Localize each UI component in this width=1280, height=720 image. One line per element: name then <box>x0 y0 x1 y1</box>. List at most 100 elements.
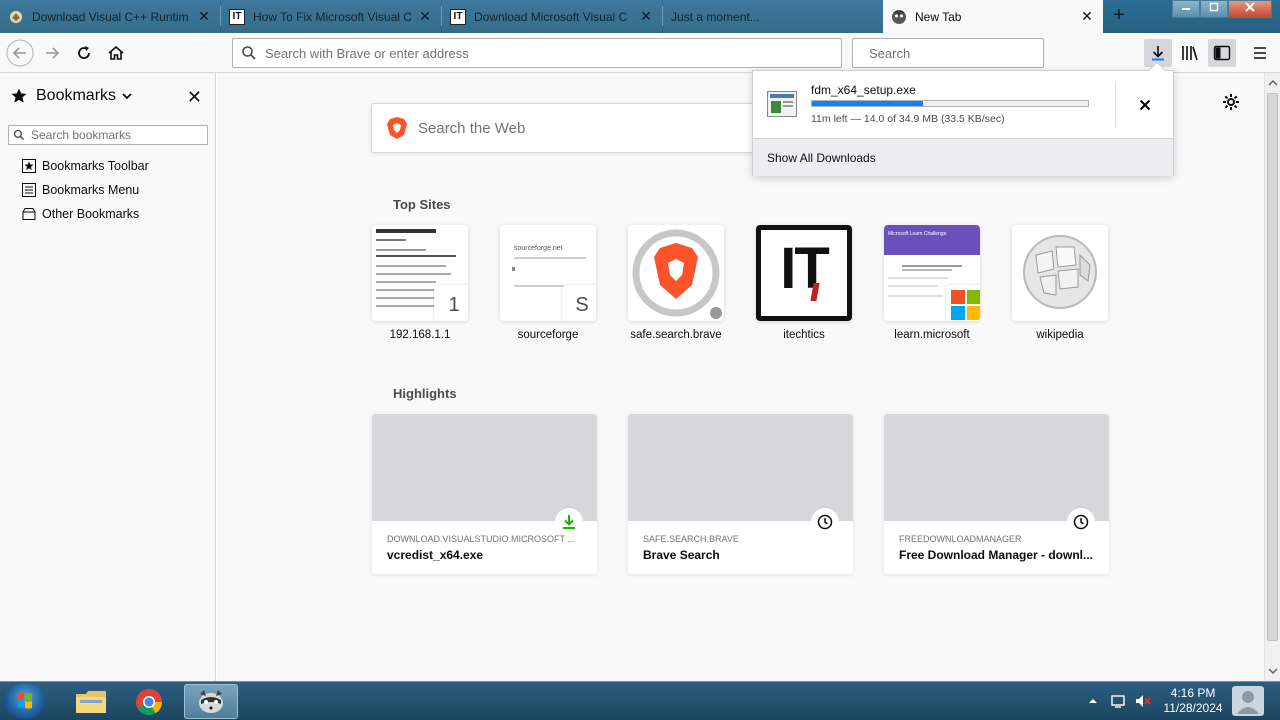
minimize-icon[interactable] <box>1172 0 1200 18</box>
sidebar-item-label: Other Bookmarks <box>42 207 140 221</box>
top-sites-heading: Top Sites <box>393 197 451 212</box>
library-icon <box>1182 46 1198 61</box>
clock-time: 4:16 PM <box>1170 686 1216 700</box>
highlight-image <box>372 414 597 521</box>
url-input[interactable] <box>265 45 841 61</box>
windows-logo-icon <box>18 692 32 709</box>
highlight-title: Free Download Manager - downl... <box>899 548 1094 562</box>
reload-button[interactable] <box>70 39 98 67</box>
download-progress-fill <box>812 101 923 106</box>
tab-title: Download Visual C++ Runtim <box>32 9 189 24</box>
site-thumbnail: sourceforge.net S <box>500 225 596 321</box>
taskbar-fdm[interactable] <box>184 684 238 719</box>
new-tab-plus-icon[interactable]: + <box>1108 4 1130 28</box>
tab-close-icon[interactable]: ✕ <box>1079 8 1095 25</box>
top-site-label: wikipedia <box>1036 329 1084 341</box>
tab-title: Download Microsoft Visual C <box>474 9 628 24</box>
top-site-sourceforge[interactable]: sourceforge.net S sourceforge <box>500 225 596 341</box>
home-button[interactable] <box>102 39 130 67</box>
sidebar-item-bookmarks-toolbar[interactable]: Bookmarks Toolbar <box>22 156 149 176</box>
itechtics-icon: IT <box>450 8 466 25</box>
scroll-down-icon <box>1268 668 1278 675</box>
close-icon <box>1139 99 1150 111</box>
search-bar[interactable] <box>852 38 1045 68</box>
sidebar-item-label: Bookmarks Menu <box>42 183 140 197</box>
downloads-panel: fdm_x64_setup.exe 11m left — 14.0 of 34.… <box>752 61 1174 176</box>
site-thumbnail: 1 <box>372 225 468 321</box>
back-button[interactable] <box>6 39 34 67</box>
thumbnail-text: sourceforge.net <box>514 245 563 252</box>
highlight-card[interactable]: DOWNLOAD.VISUALSTUDIO.MICROSOFT ... vcre… <box>372 414 597 574</box>
taskbar-clock[interactable]: 4:16 PM 11/28/2024 <box>1158 686 1228 716</box>
forward-button[interactable] <box>38 39 66 67</box>
search-input[interactable] <box>869 45 1045 61</box>
cancel-download-button[interactable] <box>1115 83 1173 127</box>
sidebar-toggle-button[interactable] <box>1208 39 1236 67</box>
tab-download-microsoft-visual[interactable]: IT Download Microsoft Visual C ✕ <box>442 0 662 33</box>
thumbnail-text: Microsoft Learn Challenge <box>888 231 947 237</box>
tab-close-icon[interactable]: ✕ <box>417 8 433 25</box>
user-avatar[interactable] <box>1230 684 1266 718</box>
itechtics-icon: IT <box>229 8 245 25</box>
forward-arrow-icon <box>46 47 60 59</box>
tab-download-visual-cpp[interactable]: Download Visual C++ Runtim ✕ <box>0 0 220 33</box>
tab-strip: Download Visual C++ Runtim ✕ IT How To F… <box>0 0 1280 33</box>
other-bookmarks-icon <box>22 207 36 221</box>
start-button[interactable] <box>4 683 46 719</box>
tab-title: Just a moment... <box>671 9 760 24</box>
reload-icon <box>78 46 90 59</box>
site-thumbnail: IT <box>756 225 852 321</box>
chevron-down-icon <box>122 93 132 100</box>
tab-title: New Tab <box>915 9 962 24</box>
library-button[interactable] <box>1176 39 1204 67</box>
window-close-icon[interactable] <box>1228 0 1272 18</box>
brave-logo-icon <box>387 117 407 139</box>
tab-close-icon[interactable]: ✕ <box>196 8 212 25</box>
url-bar[interactable] <box>232 38 842 68</box>
top-site-itechtics[interactable]: IT itechtics <box>756 225 852 341</box>
clock-icon <box>1067 508 1095 536</box>
sidebar-item-bookmarks-menu[interactable]: Bookmarks Menu <box>22 180 139 200</box>
download-arrow-icon <box>1152 46 1164 61</box>
back-arrow-icon <box>6 39 34 67</box>
taskbar-chrome[interactable] <box>122 684 176 719</box>
window-controls <box>1172 0 1272 20</box>
bookmarks-search-input[interactable] <box>31 128 207 142</box>
tray-expand-icon[interactable] <box>1086 694 1100 708</box>
site-letter-badge: 1 <box>434 285 468 321</box>
customize-gear-icon[interactable] <box>1222 93 1240 114</box>
scrollbar-thumb[interactable] <box>1267 93 1278 641</box>
sidebar-close-icon[interactable]: ✕ <box>187 87 202 108</box>
system-tray <box>1086 682 1152 720</box>
maximize-icon[interactable] <box>1200 0 1228 18</box>
search-icon <box>242 46 256 60</box>
top-site-wikipedia[interactable]: wikipedia <box>1012 225 1108 341</box>
tab-new-tab[interactable]: New Tab ✕ <box>883 0 1103 33</box>
sidebar-icon <box>1213 45 1231 61</box>
highlight-source: FREEDOWNLOADMANAGER <box>899 534 1022 544</box>
top-site-brave[interactable]: safe.search.brave <box>628 225 724 341</box>
highlight-card[interactable]: SAFE.SEARCH.BRAVE Brave Search <box>628 414 853 574</box>
web-search-input[interactable] <box>418 119 770 137</box>
show-all-downloads-button[interactable]: Show All Downloads <box>753 138 1173 176</box>
taskbar-explorer[interactable] <box>64 684 118 719</box>
sidebar-item-other-bookmarks[interactable]: Other Bookmarks <box>22 204 139 224</box>
sidebar-header[interactable]: Bookmarks ✕ <box>10 85 206 107</box>
tab-title: How To Fix Microsoft Visual C <box>253 9 412 24</box>
top-site-router[interactable]: 1 192.168.1.1 <box>372 225 468 341</box>
menu-button[interactable] <box>1246 39 1274 67</box>
bookmarks-search-field[interactable] <box>8 125 208 145</box>
volume-muted-icon[interactable] <box>1134 693 1152 709</box>
highlight-card[interactable]: FREEDOWNLOADMANAGER Free Download Manage… <box>884 414 1109 574</box>
vertical-scrollbar[interactable] <box>1264 73 1280 681</box>
site-thumbnail <box>628 225 724 321</box>
download-file-name: fdm_x64_setup.exe <box>811 83 916 97</box>
action-center-icon[interactable] <box>1110 693 1126 709</box>
tab-how-to-fix[interactable]: IT How To Fix Microsoft Visual C ✕ <box>221 0 441 33</box>
top-site-learn-microsoft[interactable]: Microsoft Learn Challenge learn.microsof… <box>884 225 980 341</box>
web-search-box[interactable] <box>371 103 771 153</box>
top-site-label: 192.168.1.1 <box>389 329 451 341</box>
wikipedia-globe-icon <box>1023 235 1097 309</box>
tab-close-icon[interactable]: ✕ <box>638 8 654 25</box>
tab-just-a-moment[interactable]: Just a moment... <box>663 0 883 33</box>
